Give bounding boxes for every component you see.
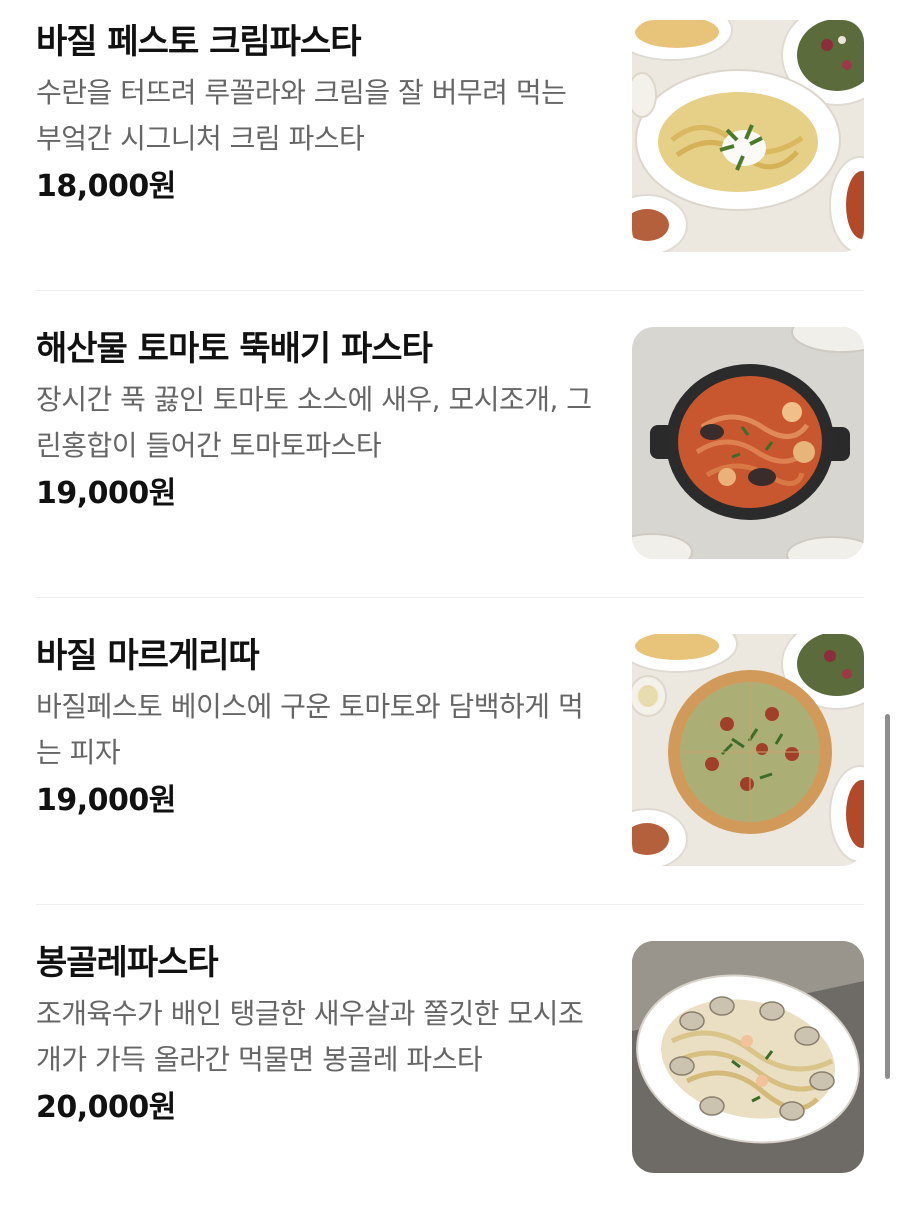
- menu-item-photo[interactable]: [632, 327, 864, 559]
- menu-item-text: 봉골레파스타 조개육수가 배인 탱글한 새우살과 쫄깃한 모시조개가 가득 올라…: [36, 941, 596, 1129]
- menu-item[interactable]: 봉골레파스타 조개육수가 배인 탱글한 새우살과 쫄깃한 모시조개가 가득 올라…: [36, 941, 864, 1173]
- menu-item-photo[interactable]: [632, 634, 864, 866]
- menu-list: 바질 페스토 크림파스타 수란을 터뜨려 루꼴라와 크림을 잘 버무려 먹는 부…: [0, 0, 900, 1207]
- menu-item-description: 조개육수가 배인 탱글한 새우살과 쫄깃한 모시조개가 가득 올라간 먹물면 봉…: [36, 997, 584, 1076]
- menu-item-description: 장시간 푹 끓인 토마토 소스에 새우, 모시조개, 그린홍합이 들어간 토마토…: [36, 383, 592, 462]
- menu-item-price: 18,000원: [36, 169, 176, 204]
- scrollbar[interactable]: [885, 714, 890, 1079]
- menu-item[interactable]: 바질 마르게리따 바질페스토 베이스에 구운 토마토와 담백하게 먹는 피자 1…: [36, 634, 864, 866]
- menu-item-name: 바질 페스토 크림파스타: [36, 22, 361, 62]
- menu-item[interactable]: 바질 페스토 크림파스타 수란을 터뜨려 루꼴라와 크림을 잘 버무려 먹는 부…: [36, 20, 864, 252]
- menu-item-name: 바질 마르게리따: [36, 636, 260, 676]
- menu-item-text: 바질 마르게리따 바질페스토 베이스에 구운 토마토와 담백하게 먹는 피자 1…: [36, 634, 596, 822]
- menu-item-text: 바질 페스토 크림파스타 수란을 터뜨려 루꼴라와 크림을 잘 버무려 먹는 부…: [36, 20, 596, 208]
- menu-item-description: 바질페스토 베이스에 구운 토마토와 담백하게 먹는 피자: [36, 690, 584, 769]
- menu-item-description: 수란을 터뜨려 루꼴라와 크림을 잘 버무려 먹는 부엌간 시그니처 크림 파스…: [36, 76, 567, 155]
- menu-item-price: 19,000원: [36, 476, 176, 511]
- menu-item[interactable]: 해산물 토마토 뚝배기 파스타 장시간 푹 끓인 토마토 소스에 새우, 모시조…: [36, 327, 864, 559]
- item-divider: [36, 290, 864, 291]
- menu-item-name: 해산물 토마토 뚝배기 파스타: [36, 329, 433, 369]
- menu-item-photo[interactable]: [632, 20, 864, 252]
- menu-item-price: 20,000원: [36, 1090, 176, 1125]
- menu-item-text: 해산물 토마토 뚝배기 파스타 장시간 푹 끓인 토마토 소스에 새우, 모시조…: [36, 327, 596, 515]
- menu-item-price: 19,000원: [36, 783, 176, 818]
- item-divider: [36, 597, 864, 598]
- menu-item-name: 봉골레파스타: [36, 943, 219, 983]
- item-divider: [36, 904, 864, 905]
- menu-item-photo[interactable]: [632, 941, 864, 1173]
